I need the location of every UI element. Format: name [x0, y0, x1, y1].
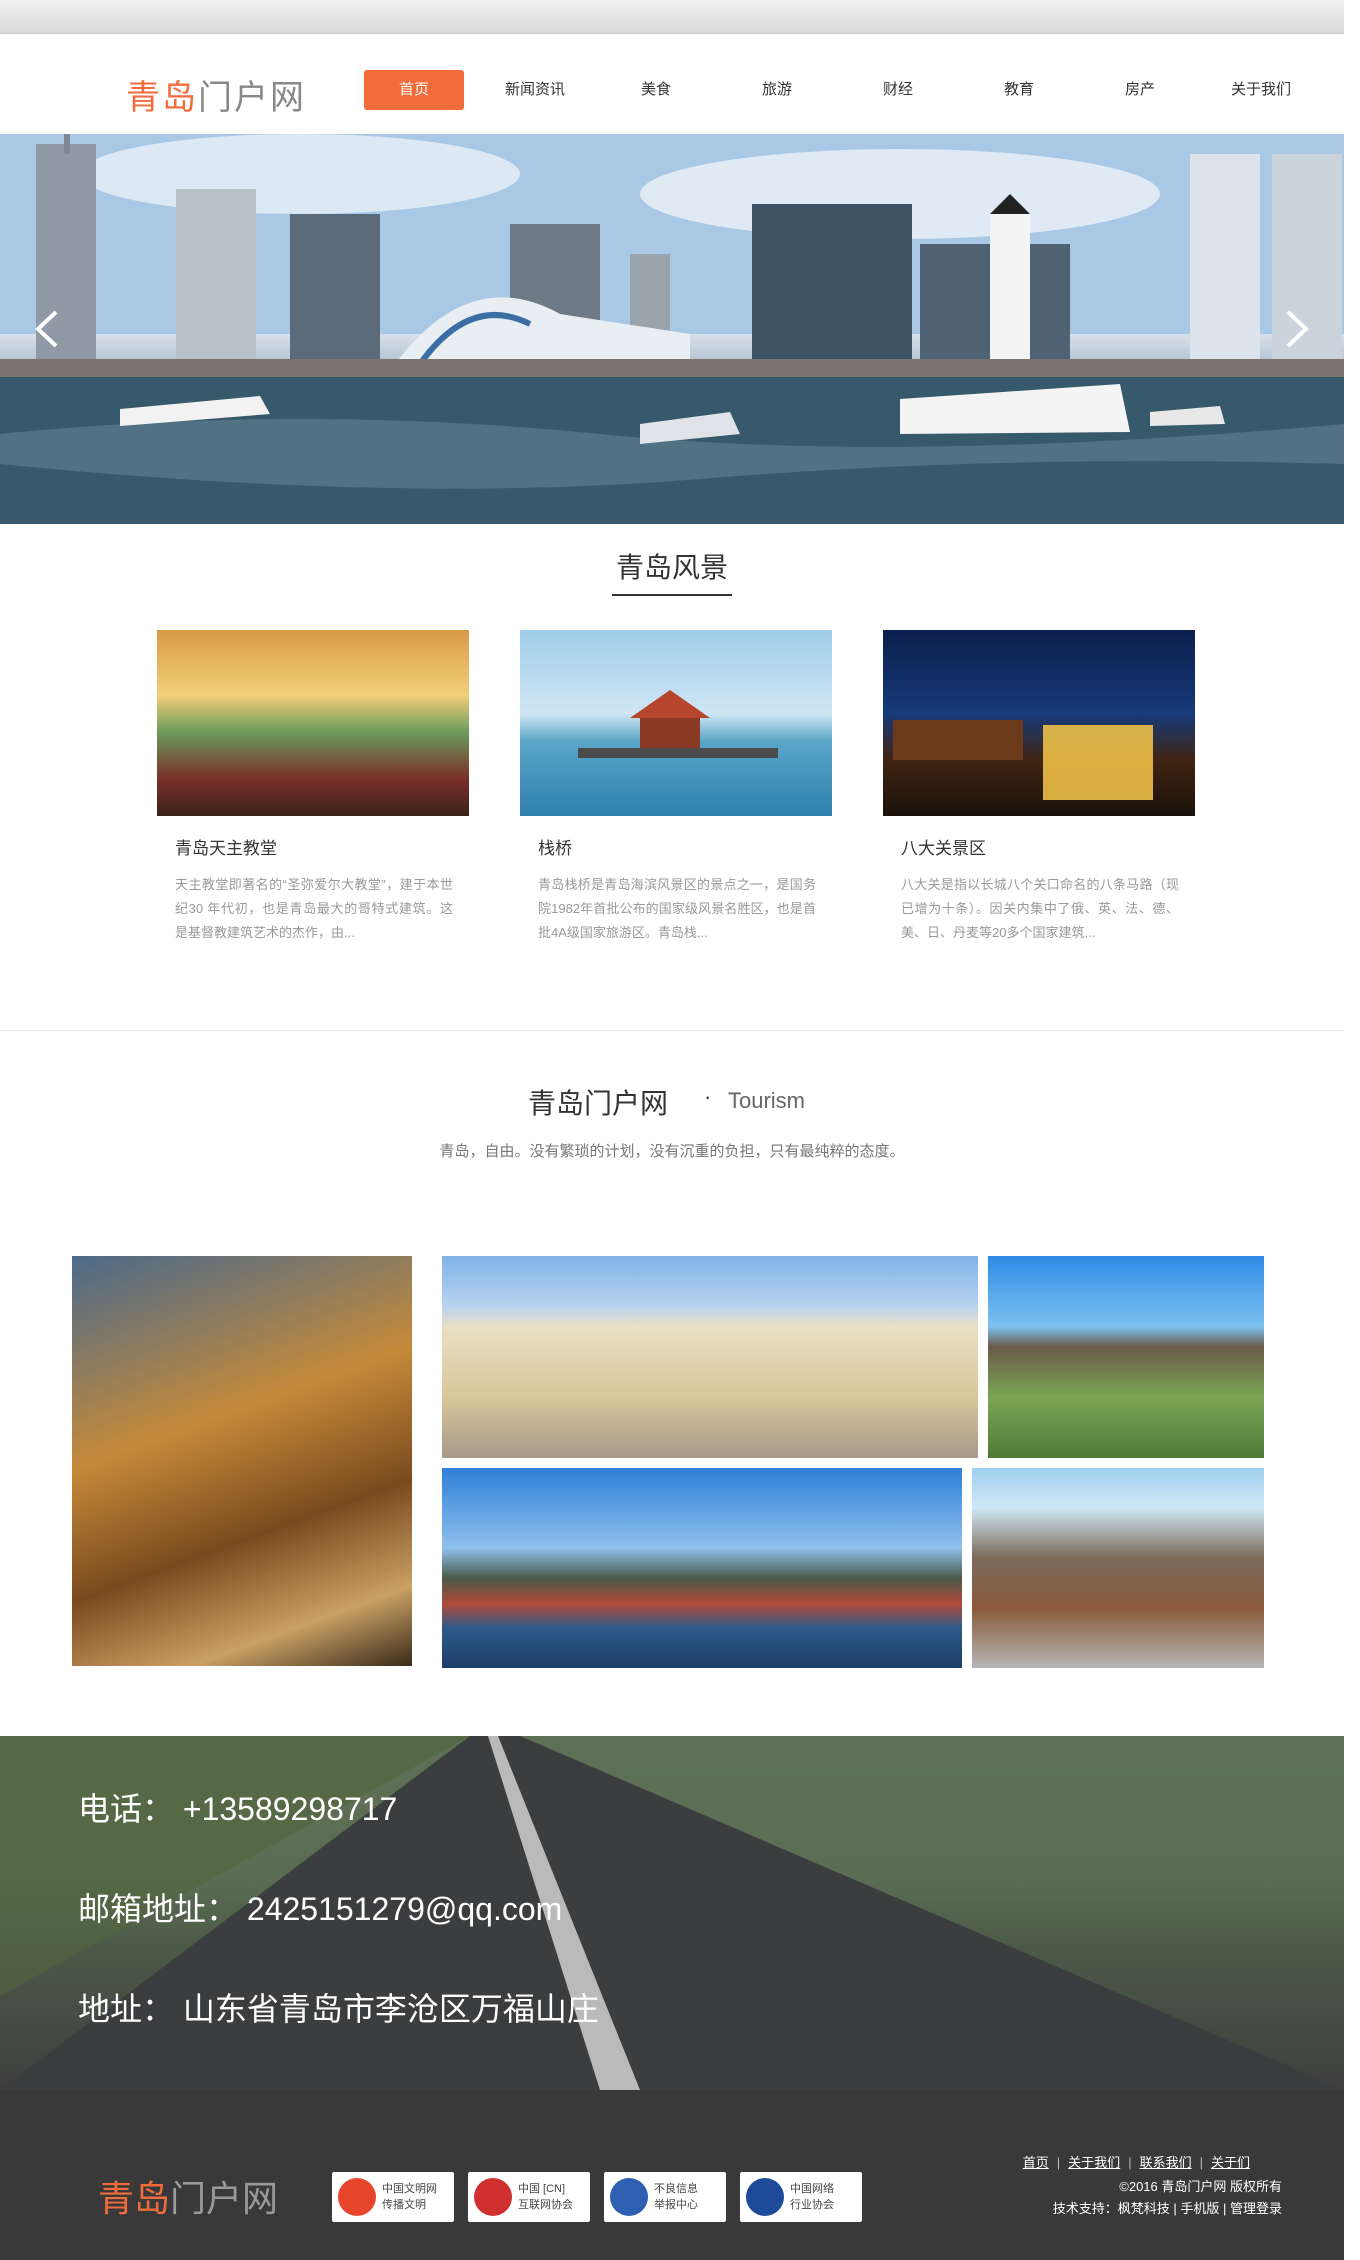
nav-news[interactable]: 新闻资讯	[485, 70, 585, 110]
badge-civilization[interactable]: 中国文明网 传播文明	[332, 2172, 454, 2222]
card-description: 八大关是指以长城八个关口命名的八条马路（现已增为十条）。因关内集中了俄、英、法、…	[901, 877, 1179, 940]
gallery-boat-image[interactable]	[72, 1256, 412, 1666]
pier-image	[520, 630, 832, 816]
tourism-title: 青岛门户网	[528, 1088, 669, 1119]
chevron-left-icon	[35, 310, 58, 348]
nav-food[interactable]: 美食	[606, 70, 706, 110]
card-title[interactable]: 青岛天主教堂	[175, 834, 469, 859]
footer-link-about[interactable]: 关于我们	[1068, 2155, 1120, 2170]
badge-network-association[interactable]: 中国网络 行业协会	[740, 2172, 862, 2222]
gallery-village-image[interactable]	[972, 1468, 1264, 1668]
footer-links: 首页 | 关于我们 | 联系我们 | 关于们	[1022, 2155, 1250, 2170]
site-header: 青岛门户网 首页 新闻资讯 美食 旅游 财经 教育 房产 关于我们	[0, 34, 1344, 134]
nav-education[interactable]: 教育	[969, 70, 1069, 110]
nav-travel[interactable]: 旅游	[727, 70, 827, 110]
scenery-card[interactable]: 八大关景区 八大关是指以长城八个关口命名的八条马路（现已增为十条）。因关内集中了…	[883, 630, 1195, 945]
contact-section: 电话： +13589298717 邮箱地址： 2425151279@qq.com…	[0, 1736, 1344, 2090]
scenery-card[interactable]: 青岛天主教堂 天主教堂即著名的“圣弥爱尔大教堂”，建于本世纪30 年代初，也是青…	[157, 630, 469, 945]
footer-link-about-us[interactable]: 关于们	[1211, 2155, 1250, 2170]
scenery-card[interactable]: 栈桥 青岛栈桥是青岛海滨风景区的景点之一，是国务院1982年首批公布的国家级风景…	[520, 630, 832, 945]
harbor-scene	[0, 134, 1344, 524]
footer-link-home[interactable]: 首页	[1023, 2155, 1049, 2170]
nav-home[interactable]: 首页	[364, 70, 464, 110]
footer-copyright: ©2016 青岛门户网 版权所有	[1119, 2179, 1282, 2194]
main-nav: 首页 新闻资讯 美食 旅游 财经 教育 房产 关于我们	[364, 70, 1304, 110]
gallery-pavilion-image[interactable]	[988, 1256, 1264, 1458]
nav-finance[interactable]: 财经	[848, 70, 948, 110]
section-divider	[0, 1030, 1344, 1031]
badaguan-night-image	[883, 630, 1195, 816]
internet-society-icon	[474, 2178, 512, 2216]
card-description: 青岛栈桥是青岛海滨风景区的景点之一，是国务院1982年首批公布的国家级风景名胜区…	[538, 877, 816, 940]
banner-prev-button[interactable]	[28, 304, 68, 354]
card-description: 天主教堂即著名的“圣弥爱尔大教堂”，建于本世纪30 年代初，也是青岛最大的哥特式…	[175, 877, 453, 940]
browser-top-bar	[0, 0, 1344, 34]
contact-email: 邮箱地址： 2425151279@qq.com	[78, 1891, 563, 1927]
tourism-dot: ·	[704, 1084, 712, 1109]
site-footer: 青岛门户网 中国文明网 传播文明 中国 [CN] 互联网协会 不良信息 举报中心 中国…	[0, 2090, 1344, 2260]
nav-realestate[interactable]: 房产	[1090, 70, 1190, 110]
banner-next-button[interactable]	[1276, 304, 1316, 354]
footer-link-contact[interactable]: 联系我们	[1140, 2155, 1192, 2170]
contact-phone: 电话： +13589298717	[78, 1791, 398, 1827]
footer-logo[interactable]: 青岛门户网	[98, 2170, 278, 2222]
network-association-icon	[746, 2178, 784, 2216]
report-center-icon	[610, 2178, 648, 2216]
gallery-lake-image[interactable]	[442, 1468, 962, 1668]
church-image	[157, 630, 469, 816]
card-title[interactable]: 八大关景区	[901, 834, 1195, 859]
card-title[interactable]: 栈桥	[538, 834, 832, 859]
footer-support: 技术支持：枫梵科技 | 手机版 | 管理登录	[1052, 2201, 1282, 2216]
tourism-subtitle: Tourism	[728, 1088, 806, 1113]
badge-internet-society[interactable]: 中国 [CN] 互联网协会	[468, 2172, 590, 2222]
hero-banner	[0, 134, 1344, 524]
chevron-right-icon	[1286, 310, 1309, 348]
contact-address: 地址： 山东省青岛市李沧区万福山庄	[78, 1991, 599, 2027]
gallery-palace-image[interactable]	[442, 1256, 978, 1458]
badge-report-center[interactable]: 不良信息 举报中心	[604, 2172, 726, 2222]
civilization-icon	[338, 2178, 376, 2216]
nav-about[interactable]: 关于我们	[1211, 70, 1311, 110]
tourism-slogan: 青岛，自由。没有繁琐的计划，没有沉重的负担，只有最纯粹的态度。	[439, 1143, 905, 1160]
scenery-title: 青岛风景	[615, 552, 728, 583]
scenery-title-underline	[612, 594, 732, 596]
site-logo[interactable]: 青岛门户网	[126, 70, 306, 119]
